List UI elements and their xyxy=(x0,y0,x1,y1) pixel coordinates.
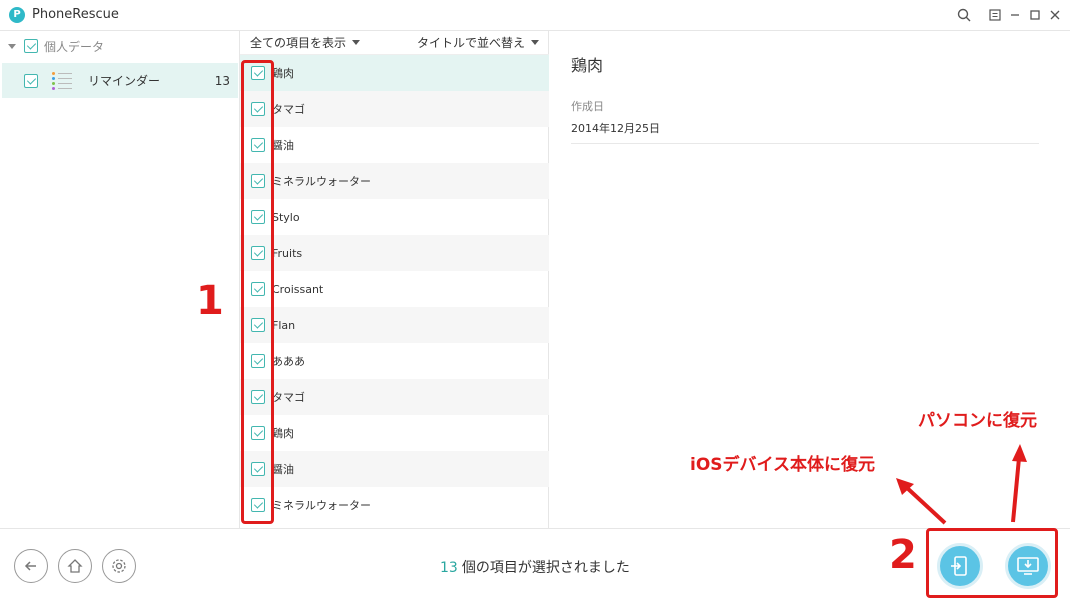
sidebar-item-label: リマインダー xyxy=(88,74,161,88)
filter-dropdown[interactable]: 全ての項目を表示 xyxy=(250,34,361,51)
close-icon[interactable] xyxy=(1046,6,1064,24)
reminders-app-icon xyxy=(52,70,74,92)
list-item[interactable]: Flan xyxy=(240,307,549,343)
reminders-checkbox[interactable] xyxy=(24,73,38,88)
item-list-panel: 全ての項目を表示 タイトルで並べ替え 鶏肉 タマゴ 醤油 ミネラルウォーター S… xyxy=(240,31,549,528)
list-item[interactable]: ミネラルウォーター xyxy=(240,487,549,523)
home-icon xyxy=(67,559,83,573)
item-title: 醤油 xyxy=(272,139,294,152)
annotation-step-2: 2 xyxy=(889,532,917,578)
item-list: 鶏肉 タマゴ 醤油 ミネラルウォーター Stylo Fruits Croissa… xyxy=(240,55,549,523)
item-title: Stylo xyxy=(272,210,300,224)
sort-label: タイトルで並べ替え xyxy=(416,36,525,50)
list-item[interactable]: Stylo xyxy=(240,199,549,235)
chevron-down-icon xyxy=(352,40,361,45)
arrow-left-icon xyxy=(24,561,36,571)
item-title: タマゴ xyxy=(272,391,305,404)
sidebar-item-count: 13 xyxy=(214,73,230,88)
created-date-value: 2014年12月25日 xyxy=(571,122,660,135)
maximize-icon[interactable] xyxy=(1026,6,1044,24)
item-title: Flan xyxy=(272,318,296,332)
list-item[interactable]: 醤油 xyxy=(240,127,549,163)
annotation-pc-label: パソコンに復元 xyxy=(918,411,1037,431)
list-item[interactable]: Fruits xyxy=(240,235,549,271)
title-bar: P PhoneRescue xyxy=(0,0,1070,31)
selection-status: 13 個の項目が選択されました xyxy=(440,557,630,577)
divider xyxy=(571,143,1039,144)
chevron-down-icon xyxy=(531,40,539,45)
sidebar-item-reminders[interactable]: リマインダー 13 xyxy=(2,63,238,98)
item-title: 鶏肉 xyxy=(272,67,294,80)
detail-title: 鶏肉 xyxy=(571,56,604,75)
annotation-step-1: 1 xyxy=(196,278,224,324)
item-title: Croissant xyxy=(272,282,324,296)
back-button[interactable] xyxy=(14,549,48,583)
settings-button[interactable] xyxy=(102,549,136,583)
app-logo-icon: P xyxy=(9,7,25,23)
list-item[interactable]: ミネラルウォーター xyxy=(240,163,549,199)
selection-count: 13 xyxy=(440,560,458,576)
item-title: ミネラルウォーター xyxy=(272,175,371,188)
list-item[interactable]: あああ xyxy=(240,343,549,379)
item-title: タマゴ xyxy=(272,103,305,116)
gear-icon xyxy=(112,559,126,573)
list-item[interactable]: タマゴ xyxy=(240,379,549,415)
home-button[interactable] xyxy=(58,549,92,583)
category-label: 個人データ xyxy=(44,39,105,54)
annotation-box-checkboxes xyxy=(241,60,274,524)
menu-icon[interactable] xyxy=(986,6,1004,24)
list-item[interactable]: 鶏肉 xyxy=(240,55,549,91)
item-title: 鶏肉 xyxy=(272,427,294,440)
search-icon[interactable] xyxy=(955,6,973,24)
item-title: あああ xyxy=(272,355,305,368)
list-item[interactable]: 醤油 xyxy=(240,451,549,487)
list-item[interactable]: タマゴ xyxy=(240,91,549,127)
annotation-ios-label: iOSデバイス本体に復元 xyxy=(690,455,876,475)
category-checkbox[interactable] xyxy=(24,39,38,53)
app-title: PhoneRescue xyxy=(32,7,119,22)
list-header: 全ての項目を表示 タイトルで並べ替え xyxy=(240,31,549,55)
sort-dropdown[interactable]: タイトルで並べ替え xyxy=(417,34,539,51)
item-title: Fruits xyxy=(272,246,303,260)
item-title: ミネラルウォーター xyxy=(272,499,371,512)
collapse-triangle-icon[interactable] xyxy=(8,43,16,49)
filter-label: 全ての項目を表示 xyxy=(250,36,347,50)
list-item[interactable]: 鶏肉 xyxy=(240,415,549,451)
list-item[interactable]: Croissant xyxy=(240,271,549,307)
item-title: 醤油 xyxy=(272,463,294,476)
created-date-label: 作成日 xyxy=(571,100,604,113)
selection-text: 個の項目が選択されました xyxy=(461,560,630,576)
annotation-box-restore-buttons xyxy=(926,528,1058,598)
category-personal-data[interactable]: 個人データ xyxy=(0,31,240,61)
minimize-icon[interactable] xyxy=(1006,6,1024,24)
